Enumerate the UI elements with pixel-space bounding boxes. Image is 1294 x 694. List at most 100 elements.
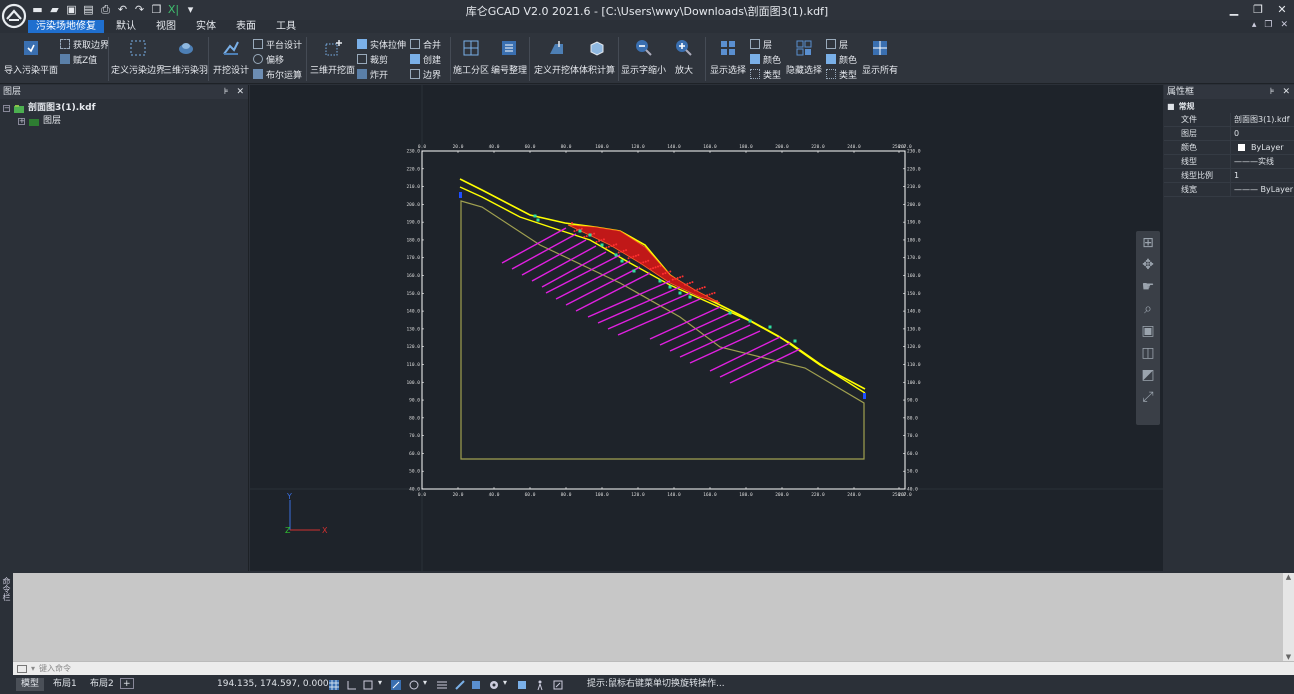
- transparency-icon[interactable]: [470, 679, 482, 691]
- tab-layout1[interactable]: 布局1: [48, 678, 82, 691]
- excavation-design-button[interactable]: 开挖设计: [213, 33, 249, 76]
- clip-button[interactable]: 裁剪: [357, 52, 388, 66]
- walk-icon[interactable]: [534, 679, 546, 691]
- new-icon[interactable]: ▬: [30, 2, 45, 17]
- tab-solid[interactable]: 实体: [188, 20, 224, 33]
- platform-design-button[interactable]: 平台设计: [253, 37, 302, 51]
- excel-icon[interactable]: X|: [166, 2, 181, 17]
- show-all-button[interactable]: 显示所有: [862, 33, 898, 76]
- print-icon[interactable]: ⎙: [98, 2, 113, 17]
- tab-pollution-remediation[interactable]: 污染场地修复: [28, 20, 104, 33]
- save-as-icon[interactable]: ▤: [81, 2, 96, 17]
- orbit-icon[interactable]: ✥: [1142, 257, 1154, 273]
- show-select-button[interactable]: 显示选择: [710, 33, 746, 76]
- dropdown-icon[interactable]: ▾: [183, 2, 198, 17]
- side-view-icon[interactable]: ◫: [1141, 345, 1154, 361]
- hide-type-button[interactable]: 类型: [826, 67, 857, 81]
- ortho-icon[interactable]: [346, 679, 358, 691]
- merge-button[interactable]: 合并: [410, 37, 441, 51]
- redo-icon[interactable]: ↷: [132, 2, 147, 17]
- show-type-button[interactable]: 类型: [750, 67, 781, 81]
- assign-z-button[interactable]: 赋Z值: [60, 52, 97, 66]
- workspace-icon[interactable]: [516, 679, 528, 691]
- panel-close-icon[interactable]: ✕: [1282, 85, 1290, 99]
- settings-icon[interactable]: [488, 679, 500, 691]
- lineweight-icon[interactable]: [436, 679, 448, 691]
- property-row[interactable]: 线型比例 1: [1164, 168, 1294, 183]
- save-icon[interactable]: ▣: [64, 2, 79, 17]
- number-sort-button[interactable]: 编号整理: [491, 33, 527, 76]
- volume-calc-button[interactable]: 体积计算: [579, 33, 615, 76]
- command-input[interactable]: ▾ 键入命令: [13, 661, 1294, 675]
- show-shrink-button[interactable]: 显示字缩小: [621, 33, 666, 76]
- osnap-icon[interactable]: [390, 679, 402, 691]
- add-layout-button[interactable]: +: [120, 678, 134, 689]
- import-plane-button[interactable]: 导入污染平面: [4, 33, 58, 76]
- undo-icon[interactable]: ↶: [115, 2, 130, 17]
- app-logo[interactable]: [0, 0, 28, 32]
- panel-close-icon[interactable]: ✕: [236, 85, 244, 99]
- polar-icon[interactable]: [408, 679, 420, 691]
- hide-select-button[interactable]: 隐藏选择: [786, 33, 822, 76]
- pollution-3d-button[interactable]: 三维污染羽: [163, 33, 208, 76]
- property-row[interactable]: 线型 ———实线: [1164, 154, 1294, 169]
- tab-default[interactable]: 默认: [108, 20, 144, 33]
- command-side-tab[interactable]: 命令栏: [0, 573, 13, 661]
- scroll-down-icon[interactable]: ▼: [1283, 653, 1294, 661]
- command-dropdown-icon[interactable]: ▾: [31, 664, 35, 673]
- expand-icon[interactable]: +: [18, 118, 25, 125]
- property-row[interactable]: 线宽 ——— ByLayer: [1164, 182, 1294, 197]
- tab-layout2[interactable]: 布局2: [85, 678, 119, 691]
- command-scrollbar[interactable]: ▲ ▼: [1283, 573, 1294, 661]
- free-orbit-icon[interactable]: ☛: [1142, 279, 1155, 295]
- property-row[interactable]: 图层 0: [1164, 126, 1294, 141]
- fullscreen-icon[interactable]: [552, 679, 564, 691]
- pin-icon[interactable]: ⊧: [224, 85, 229, 99]
- drawing-canvas[interactable]: 0.0 20.0 40.0 60.0 80.0 100.0 120.0 140.0 160.0 1…: [250, 85, 1163, 571]
- restore-icon[interactable]: ❐: [1246, 0, 1270, 18]
- section-drawing[interactable]: 0.0 20.0 40.0 60.0 80.0 100.0 120.0 140.0 160.0 1…: [250, 85, 1163, 571]
- polar-dropdown-icon[interactable]: ▾: [423, 678, 427, 687]
- doc-close-icon[interactable]: ✕: [1280, 20, 1288, 30]
- tab-view[interactable]: 视图: [148, 20, 184, 33]
- define-excavation-button[interactable]: 定义开挖体: [534, 33, 579, 76]
- open-icon[interactable]: ▰: [47, 2, 62, 17]
- construction-zone-button[interactable]: 施工分区: [453, 33, 489, 76]
- collapse-icon[interactable]: −: [3, 105, 10, 112]
- create-button[interactable]: 创建: [410, 52, 441, 66]
- get-boundary-button[interactable]: 获取边界: [60, 37, 109, 51]
- explode-button[interactable]: 炸开: [357, 67, 388, 81]
- grid-display-icon[interactable]: [328, 679, 340, 691]
- boolean-button[interactable]: 布尔运算: [253, 67, 302, 81]
- front-view-icon[interactable]: ▣: [1141, 323, 1154, 339]
- doc-restore-icon[interactable]: ❐: [1264, 20, 1272, 30]
- boundary-button[interactable]: 边界: [410, 67, 441, 81]
- show-color-button[interactable]: 颜色: [750, 52, 781, 66]
- close-icon[interactable]: ✕: [1270, 0, 1294, 18]
- property-row[interactable]: 颜色 ByLayer: [1164, 140, 1294, 155]
- zoom-icon[interactable]: ⌕: [1144, 301, 1152, 317]
- property-row[interactable]: 文件 剖面图3(1).kdf: [1164, 112, 1294, 127]
- zoom-in-button[interactable]: 放大: [674, 33, 694, 76]
- tab-surface[interactable]: 表面: [228, 20, 264, 33]
- minimize-icon[interactable]: ▁: [1222, 0, 1246, 18]
- excavation-3d-button[interactable]: 三维开挖面: [310, 33, 355, 76]
- settings-dropdown-icon[interactable]: ▾: [503, 678, 507, 687]
- define-boundary-button[interactable]: 定义污染边界: [111, 33, 165, 76]
- pin-icon[interactable]: ⊧: [1270, 85, 1275, 99]
- scroll-up-icon[interactable]: ▲: [1283, 573, 1294, 581]
- property-section[interactable]: ■ 常规: [1164, 99, 1294, 113]
- hide-color-button[interactable]: 颜色: [826, 52, 857, 66]
- offset-button[interactable]: 偏移: [253, 52, 284, 66]
- iso-view-icon[interactable]: ◩: [1141, 367, 1154, 383]
- dynamic-input-icon[interactable]: [454, 679, 466, 691]
- snap-dropdown-icon[interactable]: ▾: [378, 678, 382, 687]
- tree-layer-node[interactable]: + 图层: [0, 115, 248, 128]
- tree-file-node[interactable]: − 剖面图3(1).kdf: [0, 102, 248, 115]
- snap-icon[interactable]: [362, 679, 374, 691]
- extents-icon[interactable]: ⤢: [1142, 389, 1153, 405]
- pan-icon[interactable]: ⊞: [1142, 235, 1154, 251]
- show-layer-button[interactable]: 层: [750, 37, 772, 51]
- tab-model[interactable]: 模型: [16, 678, 45, 691]
- solid-stretch-button[interactable]: 实体拉伸: [357, 37, 406, 51]
